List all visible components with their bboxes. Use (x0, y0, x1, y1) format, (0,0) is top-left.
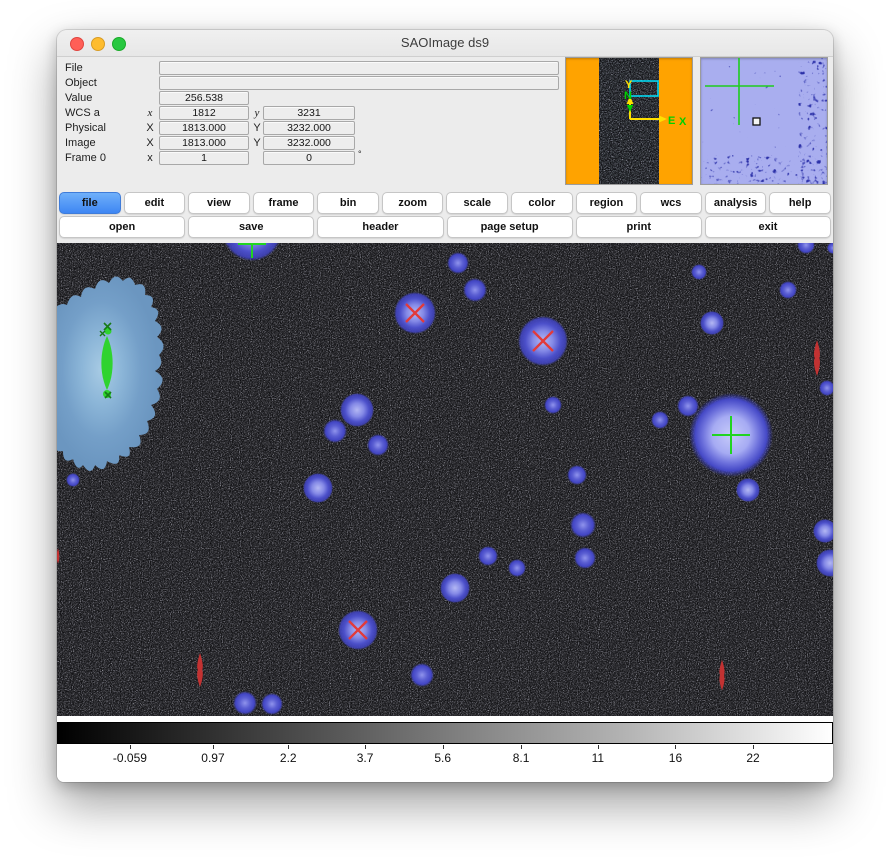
window-title: SAOImage ds9 (57, 30, 833, 56)
colorbar-panel: -0.059 0.97 2.2 3.7 5.6 8.1 11 16 22 (57, 716, 833, 782)
page-setup-button[interactable]: page setup (447, 216, 573, 238)
image-y-sublabel: Y (250, 136, 264, 150)
physical-x-sublabel: X (143, 121, 157, 135)
image-canvas[interactable] (57, 243, 833, 716)
image-x-sublabel: X (143, 136, 157, 150)
wcs-x-sublabel: x (143, 106, 157, 120)
print-button[interactable]: print (576, 216, 702, 238)
colorbar-tick-label: 22 (746, 751, 759, 765)
compass-e-label: E (668, 115, 675, 127)
colorbar-tick-label: 2.2 (280, 751, 297, 765)
panner-canvas: Y N E X (566, 58, 692, 184)
frame-zoom-field: 1 (159, 151, 249, 165)
physical-label: Physical (65, 121, 106, 135)
image-y-field: 3232.000 (263, 136, 355, 150)
menu-bin[interactable]: bin (317, 192, 379, 214)
file-label: File (65, 61, 83, 75)
colorbar-tick (675, 745, 676, 749)
minimize-button[interactable] (91, 37, 105, 51)
colorbar-tick (213, 745, 214, 749)
colorbar-tick-label: 5.6 (434, 751, 451, 765)
compass-x-label: X (679, 116, 687, 128)
file-submenu-bar: open save header page setup print exit (59, 216, 831, 238)
image-x-field: 1813.000 (159, 136, 249, 150)
colorbar-tick-label: 11 (592, 751, 604, 765)
colorbar-tick (365, 745, 366, 749)
colorbar-tick-label: 16 (669, 751, 682, 765)
frame-rotation-field: 0 (263, 151, 355, 165)
colorbar-tick-label: -0.059 (113, 751, 147, 765)
save-button[interactable]: save (188, 216, 314, 238)
desktop: SAOImage ds9 File Object Value 256.538 W… (0, 0, 889, 862)
colorbar-tick (598, 745, 599, 749)
wcs-label: WCS a (65, 106, 100, 120)
magnifier-canvas (701, 58, 827, 184)
value-field: 256.538 (159, 91, 249, 105)
magnifier-pixel-noise (701, 58, 827, 184)
image-label: Image (65, 136, 96, 150)
exit-button[interactable]: exit (705, 216, 831, 238)
object-label: Object (65, 76, 97, 90)
wcs-y-sublabel: y (250, 106, 264, 120)
wcs-x-field: 1812 (159, 106, 249, 120)
colorbar[interactable] (57, 722, 833, 744)
value-label: Value (65, 91, 92, 105)
open-button[interactable]: open (59, 216, 185, 238)
compass-n-label: N (624, 90, 632, 102)
fullscreen-button[interactable] (112, 37, 126, 51)
menu-edit[interactable]: edit (124, 192, 186, 214)
fits-image (57, 243, 833, 716)
menu-region[interactable]: region (576, 192, 638, 214)
magnifier (700, 57, 828, 185)
colorbar-tick (753, 745, 754, 749)
menu-view[interactable]: view (188, 192, 250, 214)
menu-color[interactable]: color (511, 192, 573, 214)
menu-frame[interactable]: frame (253, 192, 315, 214)
header-button[interactable]: header (317, 216, 443, 238)
menu-bar: file edit view frame bin zoom scale colo… (59, 192, 831, 214)
menu-scale[interactable]: scale (446, 192, 508, 214)
menu-file[interactable]: file (59, 192, 121, 214)
frame-label: Frame 0 (65, 151, 106, 165)
physical-y-field: 3232.000 (263, 121, 355, 135)
menu-help[interactable]: help (769, 192, 831, 214)
degree-symbol: ° (358, 149, 362, 159)
colorbar-tick (130, 745, 131, 749)
panner-image-strip (599, 58, 659, 184)
close-button[interactable] (70, 37, 84, 51)
menu-analysis[interactable]: analysis (705, 192, 767, 214)
colorbar-tick-label: 8.1 (513, 751, 530, 765)
traffic-lights (70, 37, 126, 51)
physical-x-field: 1813.000 (159, 121, 249, 135)
wcs-y-field: 3231 (263, 106, 355, 120)
frame-zoom-sublabel: x (143, 151, 157, 165)
colorbar-tick (521, 745, 522, 749)
menu-zoom[interactable]: zoom (382, 192, 444, 214)
titlebar[interactable]: SAOImage ds9 (57, 30, 833, 57)
physical-y-sublabel: Y (250, 121, 264, 135)
ds9-window: SAOImage ds9 File Object Value 256.538 W… (57, 30, 833, 782)
object-field[interactable] (159, 76, 559, 90)
file-field[interactable] (159, 61, 559, 75)
colorbar-tick-label: 3.7 (357, 751, 374, 765)
panner[interactable]: Y N E X (565, 57, 693, 185)
colorbar-tick (443, 745, 444, 749)
magnifier-pixel-box (753, 118, 760, 125)
menu-wcs[interactable]: wcs (640, 192, 702, 214)
colorbar-tick-label: 0.97 (201, 751, 224, 765)
colorbar-tick (288, 745, 289, 749)
